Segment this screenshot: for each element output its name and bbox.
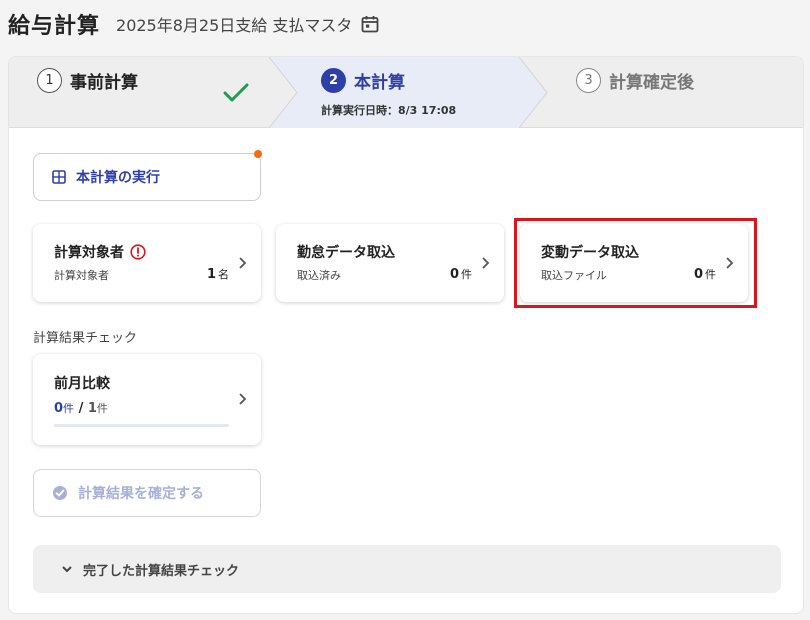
run-calculation-label: 本計算の実行 [76, 170, 160, 186]
alert-icon [130, 244, 146, 260]
step-1[interactable]: 1 事前計算 [37, 68, 138, 93]
calendar-icon[interactable] [360, 14, 380, 34]
card-calc-targets-title: 計算対象者 [54, 245, 124, 261]
compare-progress-bar [54, 424, 229, 427]
page-subtitle: 2025年8月25日支給 支払マスタ [116, 16, 353, 35]
step-2[interactable]: 2 本計算 [321, 68, 405, 93]
check-circle-icon [53, 486, 67, 500]
card-calc-targets-sub: 計算対象者 [54, 269, 109, 282]
card-attendance-sub: 取込済み [297, 269, 341, 282]
card-calc-targets[interactable]: 計算対象者 計算対象者 1名 [33, 224, 261, 302]
card-calc-targets-unit: 名 [218, 268, 229, 281]
step-1-label: 事前計算 [70, 73, 138, 93]
calc-timestamp: 計算実行日時：8/3 17:08 [321, 104, 457, 117]
completed-checks-toggle[interactable]: 完了した計算結果チェック [33, 545, 781, 593]
compare-done-count: 0 [54, 401, 64, 416]
compare-separator: / [78, 401, 84, 416]
notification-dot [254, 150, 262, 158]
card-attendance-unit: 件 [461, 268, 472, 281]
progress-stepper: 1 事前計算 2 本計算 計算実行日時：8/3 17:08 3 計算確定後 [9, 57, 803, 128]
highlight-box [514, 218, 757, 308]
calculator-icon [52, 170, 66, 184]
chevron-down-icon [62, 566, 72, 573]
step-2-number: 2 [321, 68, 346, 93]
compare-ratio: 0件 / 1件 [54, 400, 108, 416]
compare-total-unit: 件 [96, 402, 108, 415]
step-2-label: 本計算 [354, 73, 405, 93]
page-header: 給与計算 2025年8月25日支給 支払マスタ [8, 6, 380, 42]
compare-done-unit: 件 [63, 402, 75, 415]
card-attendance-title: 勤怠データ取込 [297, 245, 395, 261]
step-3-label: 計算確定後 [609, 73, 694, 93]
check-icon [223, 83, 249, 102]
chevron-right-icon [239, 257, 247, 269]
chevron-right-icon [482, 257, 490, 269]
confirm-results-label: 計算結果を確定する [78, 486, 204, 502]
card-calc-targets-count: 1 [206, 267, 216, 282]
step-1-number: 1 [37, 68, 62, 93]
card-attendance-count: 0 [449, 267, 459, 282]
card-attendance-import[interactable]: 勤怠データ取込 取込済み 0件 [276, 224, 504, 302]
compare-title: 前月比較 [54, 376, 110, 392]
completed-checks-label: 完了した計算結果チェック [83, 563, 240, 579]
run-calculation-button[interactable]: 本計算の実行 [33, 150, 262, 201]
step-3-number: 3 [576, 68, 601, 93]
page-title: 給与計算 [8, 14, 101, 39]
step-3[interactable]: 3 計算確定後 [576, 68, 694, 93]
compare-total-count: 1 [87, 401, 97, 416]
check-section-label: 計算結果チェック [33, 331, 138, 346]
card-prev-month-compare[interactable]: 前月比較 0件 / 1件 [33, 354, 261, 445]
main-panel: 1 事前計算 2 本計算 計算実行日時：8/3 17:08 3 計算確定後 本計… [8, 56, 804, 614]
chevron-right-icon [239, 393, 247, 405]
confirm-results-button[interactable]: 計算結果を確定する [33, 469, 261, 517]
